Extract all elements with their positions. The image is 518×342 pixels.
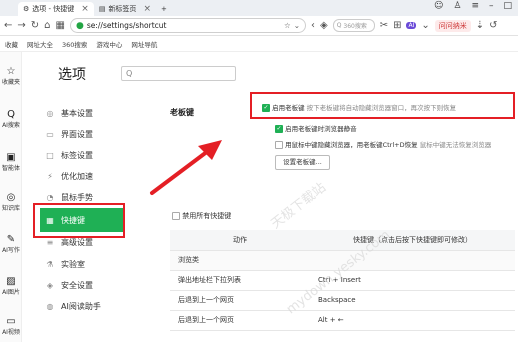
action-cell: 后退到上一个网页	[170, 290, 310, 311]
shortcut-cell[interactable]: Backspace	[310, 290, 515, 311]
action-cell: 后退到上一个网页	[170, 310, 310, 331]
shortcut-cell[interactable]: Alt + ←	[310, 310, 515, 331]
disable-all-shortcuts-option[interactable]: 禁用所有快捷键	[172, 211, 231, 221]
column-header: 快捷键（点击后按下快捷键即可修改）	[310, 230, 515, 251]
table-header: 动作 快捷键（点击后按下快捷键即可修改）	[170, 230, 515, 251]
column-header: 动作	[170, 230, 310, 251]
table-category-row: 浏览类	[170, 250, 515, 271]
category-label: 浏览类	[170, 250, 515, 271]
action-cell: 弹出地址栏下拉列表	[170, 270, 310, 291]
shortcut-cell[interactable]: Ctrl + Insert	[310, 270, 515, 291]
shortcut-table: 动作 快捷键（点击后按下快捷键即可修改） 浏览类 弹出地址栏下拉列表 Ctrl …	[170, 230, 515, 331]
option-label: 禁用所有快捷键	[182, 212, 232, 220]
table-row: 弹出地址栏下拉列表 Ctrl + Insert	[170, 270, 515, 291]
table-row: 后退到上一个网页 Alt + ←	[170, 310, 515, 331]
table-row: 后退到上一个网页 Backspace	[170, 290, 515, 311]
checkbox-unchecked-icon[interactable]	[172, 212, 180, 220]
